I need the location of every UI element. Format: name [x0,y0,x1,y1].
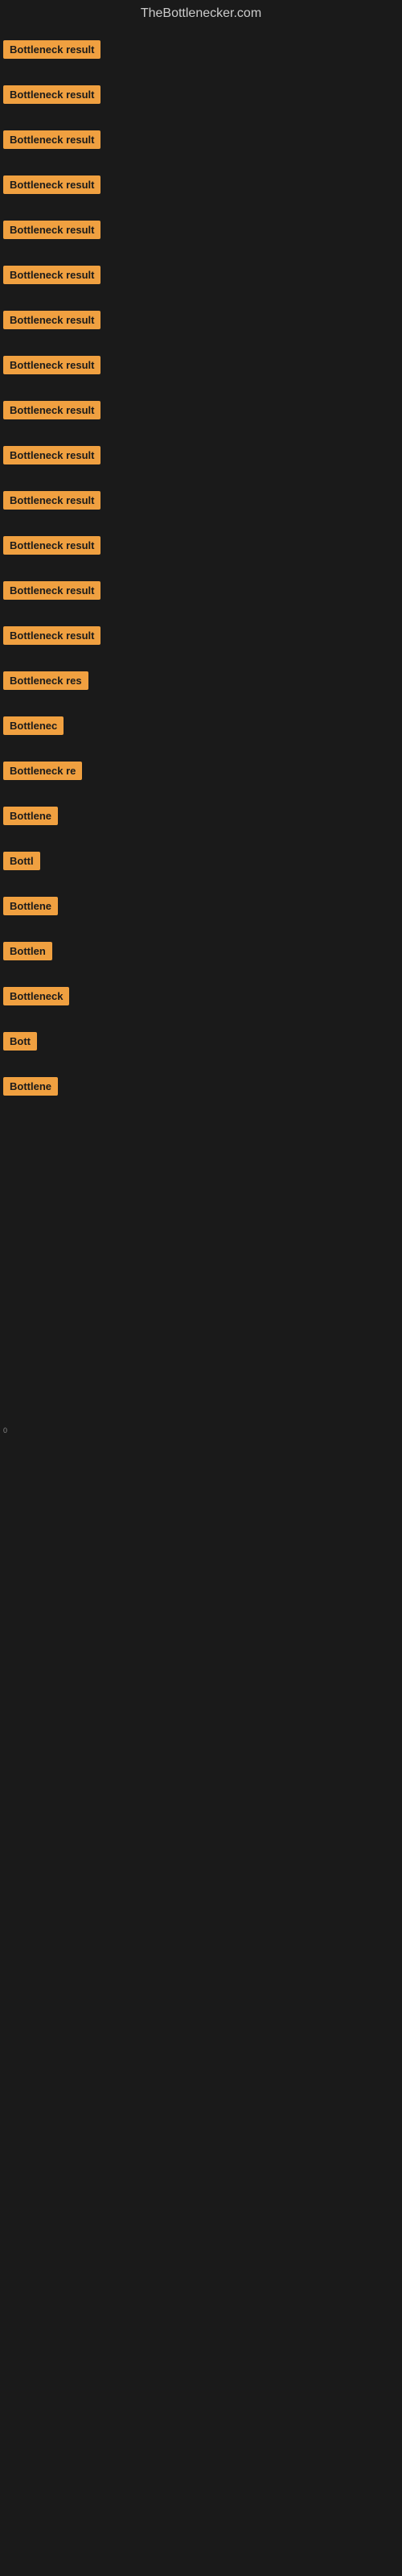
list-item: Bottleneck result [0,256,402,298]
bottleneck-badge: Bottleneck result [3,446,100,464]
list-item: Bottleneck result [0,572,402,613]
bottleneck-badge: Bottl [3,852,40,870]
bottleneck-badge: Bottleneck result [3,85,100,104]
bottleneck-badge: Bottlene [3,897,58,915]
list-item: Bott [0,1022,402,1064]
list-item: Bottleneck result [0,436,402,478]
list-item: Bottleneck re [0,752,402,794]
list-item: Bottlene [0,887,402,929]
bottleneck-badge: Bott [3,1032,37,1051]
list-item: Bottleneck res [0,662,402,704]
bottleneck-badge: Bottleneck result [3,536,100,555]
bottleneck-badge: Bottlenec [3,716,64,735]
bottleneck-badge: Bottleneck result [3,221,100,239]
bottleneck-badge: Bottleneck [3,987,69,1005]
list-item: Bottleneck result [0,121,402,163]
bottleneck-badge: Bottleneck res [3,671,88,690]
bottleneck-badge: Bottlen [3,942,52,960]
list-item: Bottlene [0,1067,402,1109]
list-item: Bottleneck result [0,481,402,523]
bottleneck-badge: Bottleneck re [3,762,82,780]
bottleneck-badge: Bottleneck result [3,581,100,600]
list-item: Bottleneck result [0,526,402,568]
list-item: Bottlen [0,932,402,974]
bottom-section: 0 [0,1161,402,1692]
site-title: TheBottlenecker.com [141,6,261,20]
list-item: Bottleneck result [0,617,402,658]
bottleneck-badge: Bottleneck result [3,175,100,194]
list-item: Bottleneck result [0,31,402,72]
bottleneck-badge: Bottleneck result [3,266,100,284]
list-item: Bottleneck result [0,301,402,343]
list-item: Bottleneck [0,977,402,1019]
list-item: Bottleneck result [0,391,402,433]
bottleneck-badge: Bottleneck result [3,130,100,149]
bottleneck-badge: Bottlene [3,807,58,825]
bottleneck-badge: Bottleneck result [3,311,100,329]
bottleneck-badge: Bottlene [3,1077,58,1096]
list-item: Bottlenec [0,707,402,749]
list-item: Bottleneck result [0,76,402,118]
list-item: Bottleneck result [0,166,402,208]
site-header: TheBottlenecker.com [0,0,402,31]
bottleneck-badge: Bottleneck result [3,40,100,59]
small-label: 0 [0,1426,402,1435]
bottleneck-badge: Bottleneck result [3,401,100,419]
bottleneck-items-container: Bottleneck result Bottleneck result Bottle… [0,31,402,1129]
bottleneck-badge: Bottleneck result [3,356,100,374]
list-item: Bottleneck result [0,346,402,388]
list-item: Bottleneck result [0,211,402,253]
bottleneck-badge: Bottleneck result [3,491,100,510]
list-item: Bottlene [0,797,402,839]
list-item: Bottl [0,842,402,884]
bottleneck-badge: Bottleneck result [3,626,100,645]
